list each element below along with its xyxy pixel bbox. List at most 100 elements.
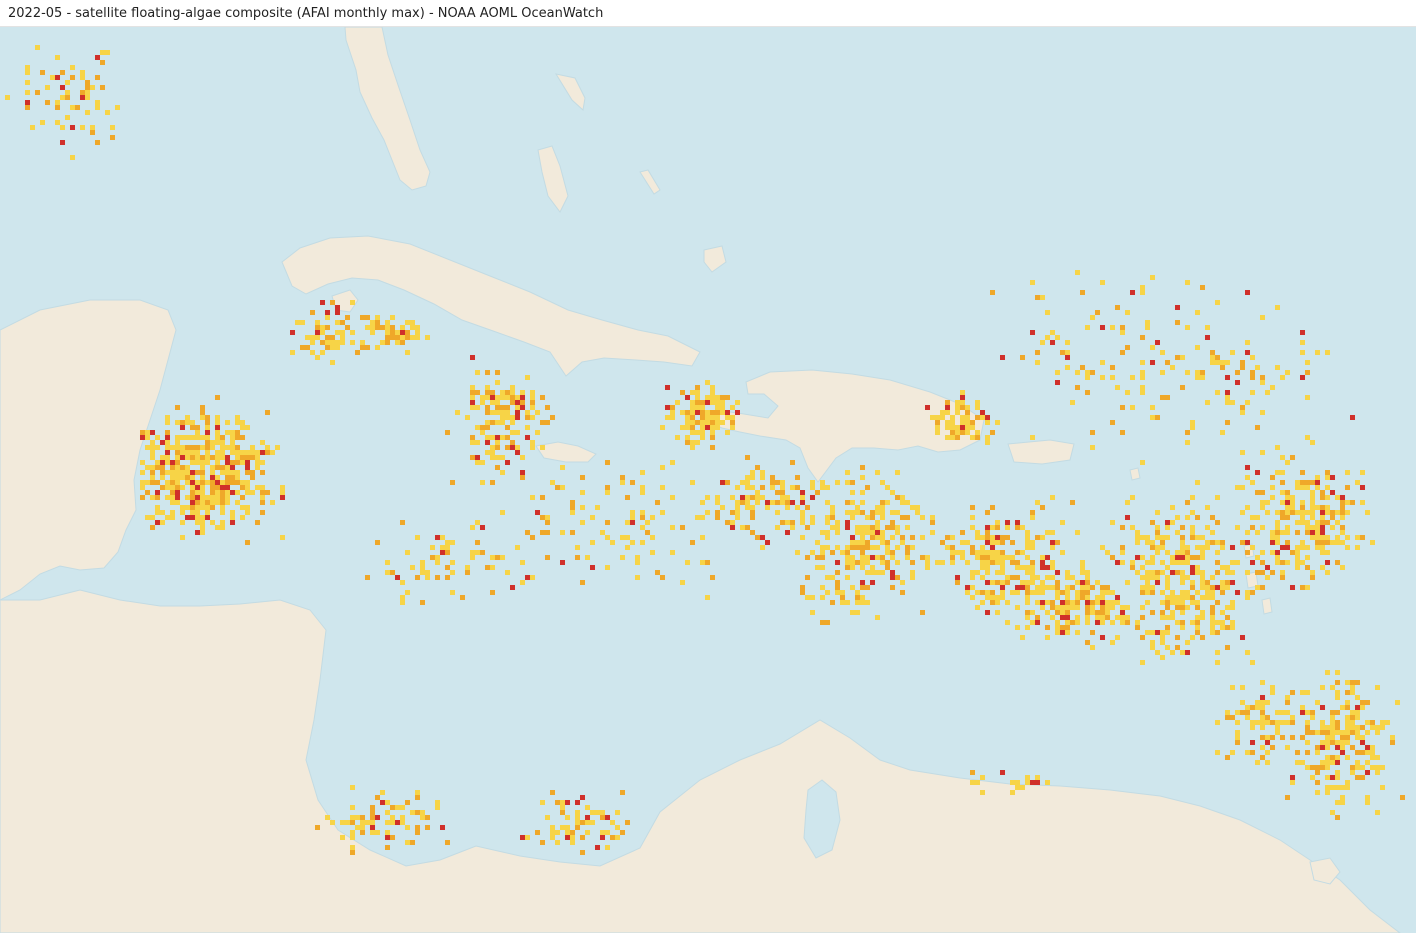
algae-cell bbox=[1065, 605, 1070, 610]
algae-cell bbox=[1330, 720, 1335, 725]
algae-cell bbox=[1100, 545, 1105, 550]
algae-cell bbox=[1090, 370, 1095, 375]
algae-cell bbox=[415, 795, 420, 800]
algae-cell bbox=[620, 535, 625, 540]
algae-cell bbox=[640, 525, 645, 530]
algae-cell bbox=[1240, 450, 1245, 455]
algae-cell bbox=[495, 405, 500, 410]
algae-cell bbox=[775, 525, 780, 530]
algae-cell bbox=[1290, 585, 1295, 590]
algae-cell bbox=[800, 590, 805, 595]
algae-cell bbox=[670, 495, 675, 500]
algae-cell bbox=[1050, 330, 1055, 335]
algae-cell bbox=[695, 440, 700, 445]
algae-cell bbox=[1345, 785, 1350, 790]
algae-cell bbox=[1175, 515, 1180, 520]
algae-cell bbox=[1320, 540, 1325, 545]
algae-cell bbox=[980, 565, 985, 570]
algae-cell bbox=[1000, 590, 1005, 595]
algae-cell bbox=[1255, 700, 1260, 705]
algae-cell bbox=[400, 600, 405, 605]
algae-cell bbox=[1125, 615, 1130, 620]
algae-cell bbox=[1155, 550, 1160, 555]
algae-cell bbox=[580, 835, 585, 840]
algae-cell bbox=[850, 555, 855, 560]
algae-cell bbox=[1320, 495, 1325, 500]
algae-cell bbox=[1140, 290, 1145, 295]
algae-cell bbox=[780, 495, 785, 500]
map-area[interactable] bbox=[0, 27, 1416, 933]
algae-cell bbox=[705, 410, 710, 415]
map-canvas[interactable] bbox=[0, 27, 1416, 933]
algae-cell bbox=[985, 525, 990, 530]
algae-cell bbox=[215, 440, 220, 445]
algae-cell bbox=[1185, 595, 1190, 600]
algae-cell bbox=[1200, 615, 1205, 620]
algae-cell bbox=[1340, 795, 1345, 800]
algae-cell bbox=[360, 825, 365, 830]
algae-cell bbox=[1225, 400, 1230, 405]
algae-cell bbox=[715, 415, 720, 420]
algae-cell bbox=[1325, 570, 1330, 575]
algae-cell bbox=[540, 840, 545, 845]
algae-cell bbox=[1365, 510, 1370, 515]
algae-cell bbox=[870, 510, 875, 515]
algae-cell bbox=[185, 415, 190, 420]
algae-cell bbox=[1100, 635, 1105, 640]
algae-cell bbox=[1180, 550, 1185, 555]
algae-cell bbox=[1225, 715, 1230, 720]
algae-cell bbox=[1165, 525, 1170, 530]
algae-cell bbox=[1275, 730, 1280, 735]
algae-cell bbox=[1130, 560, 1135, 565]
algae-cell bbox=[385, 325, 390, 330]
algae-cell bbox=[1260, 735, 1265, 740]
algae-cell bbox=[1100, 610, 1105, 615]
algae-cell bbox=[1300, 510, 1305, 515]
algae-cell bbox=[980, 550, 985, 555]
algae-cell bbox=[150, 430, 155, 435]
algae-cell bbox=[1310, 440, 1315, 445]
algae-cell bbox=[1255, 425, 1260, 430]
algae-cell bbox=[1350, 685, 1355, 690]
algae-cell bbox=[1290, 495, 1295, 500]
algae-cell bbox=[1280, 510, 1285, 515]
algae-cell bbox=[1275, 365, 1280, 370]
algae-cell bbox=[1265, 715, 1270, 720]
algae-cell bbox=[880, 540, 885, 545]
algae-cell bbox=[280, 495, 285, 500]
algae-cell bbox=[730, 425, 735, 430]
algae-cell bbox=[170, 500, 175, 505]
algae-cell bbox=[1305, 370, 1310, 375]
algae-cell bbox=[1125, 580, 1130, 585]
algae-cell bbox=[720, 410, 725, 415]
algae-cell bbox=[210, 505, 215, 510]
algae-cell bbox=[85, 80, 90, 85]
algae-cell bbox=[1300, 540, 1305, 545]
algae-cell bbox=[1380, 785, 1385, 790]
algae-cell bbox=[380, 790, 385, 795]
algae-cell bbox=[1000, 595, 1005, 600]
algae-cell bbox=[705, 510, 710, 515]
algae-cell bbox=[1310, 515, 1315, 520]
algae-cell bbox=[990, 545, 995, 550]
algae-cell bbox=[1190, 530, 1195, 535]
algae-cell bbox=[600, 810, 605, 815]
algae-cell bbox=[1230, 570, 1235, 575]
algae-cell bbox=[565, 815, 570, 820]
algae-cell bbox=[1345, 500, 1350, 505]
algae-cell bbox=[1225, 360, 1230, 365]
algae-cell bbox=[195, 505, 200, 510]
algae-cell bbox=[900, 500, 905, 505]
algae-cell bbox=[715, 515, 720, 520]
algae-cell bbox=[1330, 725, 1335, 730]
algae-cell bbox=[345, 315, 350, 320]
algae-cell bbox=[385, 340, 390, 345]
algae-cell bbox=[945, 405, 950, 410]
algae-cell bbox=[890, 520, 895, 525]
algae-cell bbox=[185, 515, 190, 520]
algae-cell bbox=[850, 490, 855, 495]
algae-cell bbox=[340, 335, 345, 340]
algae-cell bbox=[1205, 580, 1210, 585]
algae-cell bbox=[1375, 810, 1380, 815]
algae-cell bbox=[70, 75, 75, 80]
